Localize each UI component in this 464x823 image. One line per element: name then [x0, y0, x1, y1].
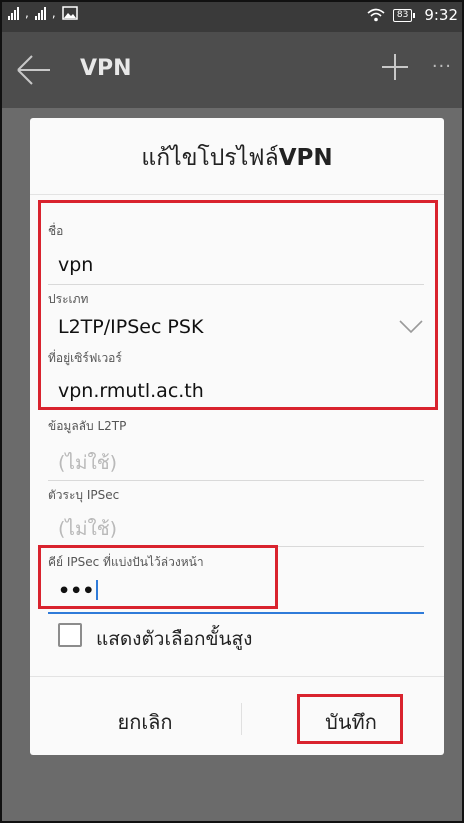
buttons-divider: [30, 676, 444, 677]
battery-icon: 83: [392, 8, 416, 22]
l2tp-secret-underline: [48, 480, 424, 481]
type-label: ประเภท: [48, 292, 89, 306]
ipsec-psk-underline: [48, 612, 424, 614]
type-select[interactable]: L2TP/IPSec PSK: [58, 316, 203, 338]
advanced-options-checkbox[interactable]: [58, 623, 82, 647]
ipsec-id-label: ตัวระบุ IPSec: [48, 488, 120, 502]
back-arrow-icon[interactable]: [14, 52, 54, 88]
l2tp-secret-label: ข้อมูลลับ L2TP: [48, 419, 127, 433]
server-label: ที่อยู่เซิร์ฟเวอร์: [48, 351, 122, 365]
l2tp-secret-input[interactable]: (ไม่ใช้): [58, 448, 117, 478]
ipsec-psk-label: คีย์ IPSec ที่แบ่งปันไว้ล่วงหน้า: [48, 555, 204, 569]
image-icon: [61, 6, 78, 20]
name-input[interactable]: vpn: [58, 254, 93, 276]
page-title: VPN: [80, 56, 132, 81]
cancel-button[interactable]: ยกเลิก: [80, 706, 210, 738]
signal-icon: [34, 6, 46, 20]
advanced-options-label[interactable]: แสดงตัวเลือกขั้นสูง: [96, 624, 252, 654]
edit-vpn-profile-dialog: แก้ไขโปรไฟล์VPN: [30, 118, 444, 755]
dialog-title: แก้ไขโปรไฟล์VPN: [141, 145, 333, 171]
ipsec-id-underline: [48, 546, 424, 547]
title-divider: [30, 194, 444, 195]
plus-icon[interactable]: [380, 52, 410, 82]
text-cursor: [96, 580, 99, 600]
chevron-down-icon[interactable]: [398, 318, 424, 336]
name-label: ชื่อ: [48, 224, 64, 238]
status-bar: , , 83 9:32: [0, 0, 464, 32]
clock: 9:32: [424, 6, 458, 24]
ipsec-psk-input[interactable]: •••: [58, 580, 99, 602]
wifi-icon: [367, 8, 385, 22]
save-button[interactable]: บันทึก: [303, 706, 399, 738]
app-bar: VPN ···: [0, 32, 464, 108]
signal-icon: [8, 6, 19, 20]
ipsec-id-input[interactable]: (ไม่ใช้): [58, 514, 117, 544]
more-icon[interactable]: ···: [432, 56, 452, 77]
name-underline: [48, 284, 424, 285]
button-separator: [241, 703, 242, 735]
server-input[interactable]: vpn.rmutl.ac.th: [58, 380, 204, 402]
